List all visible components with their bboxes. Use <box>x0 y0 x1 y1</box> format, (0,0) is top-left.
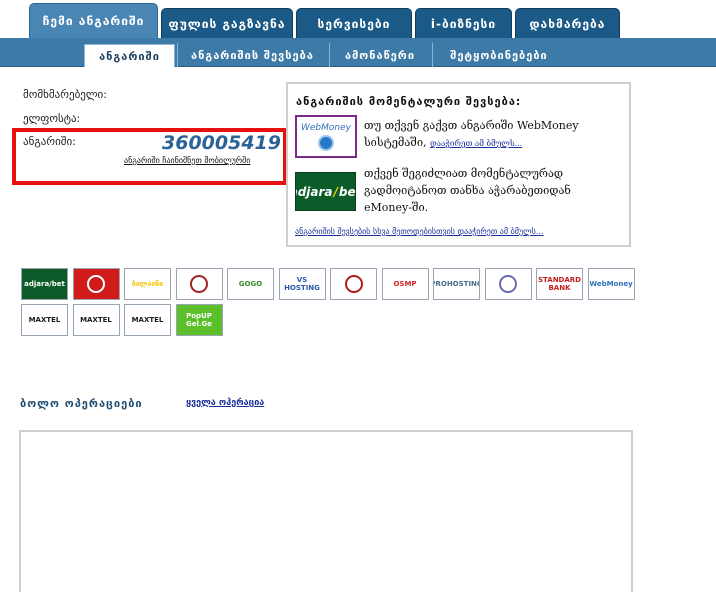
adjarabet-logo[interactable]: adjara/bet <box>295 172 356 211</box>
adjarabet-description: თქვენ შეგიძლიათ მომენტალურად გადმოიტანოთ… <box>364 165 571 216</box>
payment-logo-beeline[interactable]: ბილაინი <box>124 268 171 300</box>
payment-logo-gogo[interactable]: GOGO <box>227 268 274 300</box>
payment-logo-text: GOGO <box>238 280 263 288</box>
recent-operations-title: ბოლო ოპერაციები <box>20 397 143 410</box>
user-label: მომხმარებელი: <box>23 88 107 101</box>
payment-logo-adjarabet[interactable]: adjara/bet <box>21 268 68 300</box>
main-navigation: ჩემი ანგარიში ფულის გაგზავნა სერვისები i… <box>0 0 716 38</box>
tab-my-account[interactable]: ჩემი ანგარიში <box>29 3 158 38</box>
webmoney-logo-text: WebMoney <box>301 122 351 133</box>
adjarabet-text-line1: თქვენ შეგიძლიათ მომენტალურად <box>364 167 564 180</box>
adjarabet-text-line3: eMoney-ში. <box>364 201 429 214</box>
payment-logo-text: PopUP Gel.Ge <box>185 312 213 328</box>
webmoney-link[interactable]: დააჭირეთ ამ ბმულს... <box>430 139 522 148</box>
payment-logo-vs-hosting[interactable]: VS HOSTING <box>278 268 326 300</box>
payment-logo-bank-one[interactable] <box>330 268 377 300</box>
other-top-up-methods-link[interactable]: ანგარიშის შევსების სხვა მეთოდებისთვის და… <box>295 227 543 236</box>
payment-logo-text: adjara/bet <box>24 280 65 288</box>
payment-logo-text: VS HOSTING <box>284 276 320 292</box>
payment-logo-text: MAXTEL <box>28 316 61 324</box>
instant-top-up-title: ანგარიშის მომენტალური შევსება: <box>296 95 522 108</box>
sub-navigation: ანგარიში ანგარიშის შევსება ამონაწერი შეტ… <box>0 38 716 67</box>
payment-logo-text: WebMoney <box>589 280 633 288</box>
payment-logo-maxtel-3[interactable]: MAXTEL <box>124 304 171 336</box>
subtab-messages[interactable]: შეტყობინებები <box>432 43 565 67</box>
bank-logo-icon <box>190 275 208 293</box>
bank-logo-icon <box>344 275 363 293</box>
payment-logo-text: MAXTEL <box>80 316 112 324</box>
webmoney-text-line1: თუ თქვენ გაქვთ ანგარიში WebMoney <box>364 119 579 132</box>
payment-logo-payment-kiosk[interactable] <box>175 268 223 300</box>
account-number: 360005419 <box>162 132 281 154</box>
payment-logo-maxtel-1[interactable]: MAXTEL <box>21 304 68 336</box>
adjarabet-text-line2: გადმოიტანოთ თანხა აჭარაბეთიდან <box>364 184 571 197</box>
payment-logo-webmoney[interactable]: WebMoney <box>587 268 635 300</box>
tab-send-money[interactable]: ფულის გაგზავნა <box>161 8 293 38</box>
all-operations-link[interactable]: ყველა ოპერაცია <box>186 398 264 408</box>
recent-operations-box <box>19 430 633 592</box>
email-label: ელფოსტა: <box>23 112 81 125</box>
subtab-top-up[interactable]: ანგარიშის შევსება <box>177 43 327 67</box>
subtab-statement[interactable]: ამონაწერი <box>329 43 430 67</box>
webmoney-description: თუ თქვენ გაქვთ ანგარიში WebMoney სისტემა… <box>364 117 579 152</box>
payment-logo-osmp[interactable]: OSMP <box>381 268 429 300</box>
payment-logo-maxtel-2[interactable]: MAXTEL <box>72 304 120 336</box>
tab-help[interactable]: დახმარება <box>515 8 620 38</box>
payment-logo-popup-gel[interactable]: PopUP Gel.Ge <box>175 304 223 336</box>
payment-logo-text: PROHOSTING <box>433 280 479 288</box>
tab-i-business[interactable]: i-ბიზნესი <box>415 8 512 38</box>
save-to-mobile-link[interactable]: ანგარიში ჩაინიშნეთ მობილურში <box>124 156 250 165</box>
payment-logo-bank-two[interactable] <box>484 268 532 300</box>
tab-services[interactable]: სერვისები <box>296 8 412 38</box>
adjarabet-logo-text-a: adjara <box>296 184 333 199</box>
payment-logo-text: OSMP <box>393 280 417 288</box>
account-label: ანგარიში: <box>23 135 76 148</box>
payment-logo-standard-bank[interactable]: STANDARD BANK <box>536 268 583 300</box>
globe-icon <box>318 134 334 151</box>
bank-logo-icon <box>87 275 105 293</box>
webmoney-text-line2-wrap: სისტემაში, დააჭირეთ ამ ბმულს... <box>364 134 579 152</box>
webmoney-text-line2: სისტემაში, <box>364 136 427 149</box>
payment-logo-liberty[interactable] <box>72 268 120 300</box>
adjarabet-logo-text-b: bet <box>338 184 356 199</box>
bank-logo-icon <box>499 275 517 293</box>
webmoney-logo[interactable]: WebMoney <box>295 115 357 158</box>
payment-logo-web-hosting[interactable]: PROHOSTING <box>433 268 480 300</box>
subtab-account[interactable]: ანგარიში <box>84 44 175 67</box>
payment-logo-text: STANDARD BANK <box>538 276 581 292</box>
payment-logo-text: ბილაინი <box>131 280 164 288</box>
payment-logo-text: MAXTEL <box>131 316 164 324</box>
